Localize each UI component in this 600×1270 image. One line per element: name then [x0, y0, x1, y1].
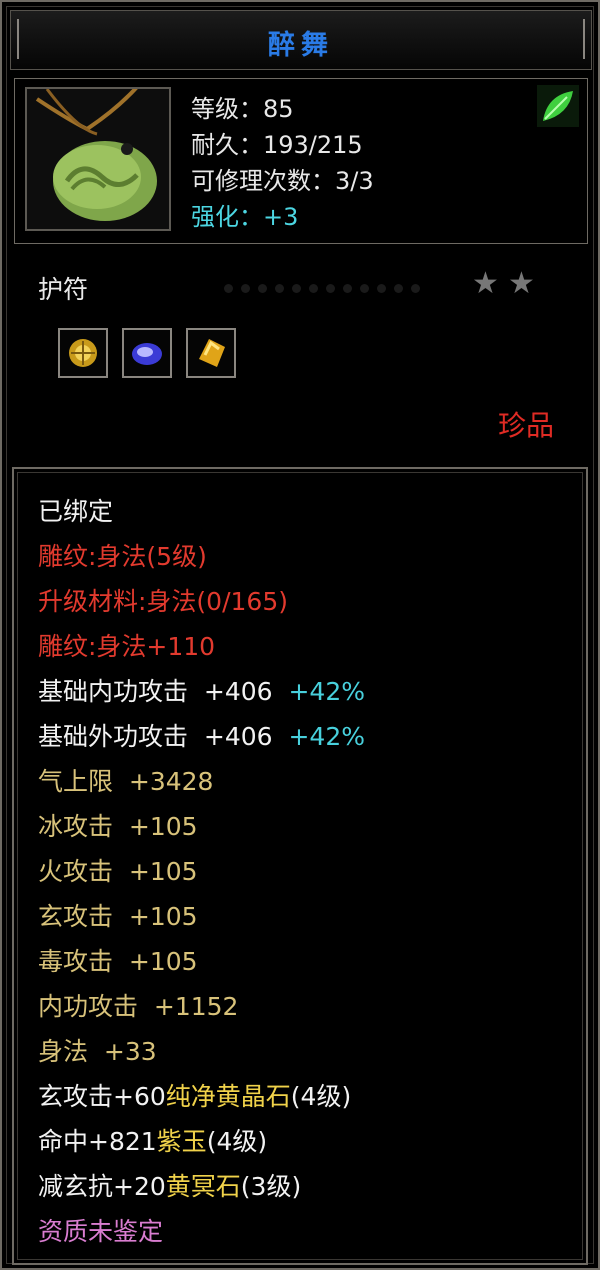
gem1-name: 纯净黄晶石: [165, 1082, 291, 1111]
gold-gem-icon[interactable]: [58, 328, 108, 378]
gem3-level: (3级): [240, 1172, 302, 1201]
base-internal-pct: +42%: [288, 677, 365, 706]
base-external-attack: 基础外功攻击 +406 +42%: [38, 722, 365, 752]
item-header: 等级：85 耐久：193/215 可修理次数：3/3 强化：+3: [14, 78, 588, 244]
gem2-name: 紫玉: [156, 1127, 207, 1156]
gem-bonus-3: 减玄抗+20黄冥石(3级): [38, 1172, 301, 1202]
rarity-label: 珍品: [497, 409, 554, 442]
internal-attack: 内功攻击 +1152: [38, 992, 239, 1021]
fire-attack: 火攻击 +105: [38, 857, 198, 886]
base-internal-attack: 基础内功攻击 +406 +42%: [38, 677, 365, 707]
agility: 身法 +33: [38, 1037, 157, 1066]
item-tooltip-panel: 醉舞 等级：85 耐久：193/215 可修理次数：3/3 强化：+3 护符 ★…: [0, 0, 600, 1270]
attributes-section: 已绑定 雕纹:身法(5级) 升级材料:身法(0/165) 雕纹:身法+110 基…: [12, 467, 588, 1265]
poison-attack: 毒攻击 +105: [38, 947, 198, 976]
engrave-line: 雕纹:身法(5级): [38, 542, 207, 571]
purple-gem-icon[interactable]: [122, 328, 172, 378]
engrave-bonus-line: 雕纹:身法+110: [38, 632, 216, 661]
item-repair-count: 可修理次数：3/3: [191, 167, 374, 195]
qi-limit: 气上限 +3428: [38, 767, 214, 796]
item-enhance: 强化：+3: [191, 197, 298, 232]
star-icon: ★: [472, 266, 499, 301]
enhance-value: +3: [263, 203, 299, 231]
item-type-section: 护符 ★ ★ 珍品: [14, 254, 586, 459]
gem1-level: (4级): [290, 1082, 352, 1111]
title-bar: 醉舞: [10, 10, 592, 70]
item-name: 醉舞: [268, 30, 334, 61]
base-external-pct: +42%: [288, 722, 365, 751]
ice-attack: 冰攻击 +105: [38, 812, 198, 841]
upgrade-material-line: 升级材料:身法(0/165): [38, 587, 288, 616]
gem2-stat: 命中+821: [38, 1127, 157, 1156]
item-durability: 耐久：193/215: [191, 131, 363, 159]
gem-slots: [58, 328, 236, 378]
base-internal-label: 基础内功攻击 +406: [38, 677, 273, 706]
bound-status: 已绑定: [38, 497, 114, 526]
gem3-name: 黄冥石: [165, 1172, 241, 1201]
yellow-gem-icon[interactable]: [186, 328, 236, 378]
aptitude-status: 资质未鉴定: [38, 1217, 164, 1246]
gem2-level: (4级): [206, 1127, 268, 1156]
jade-pendant-icon[interactable]: [25, 85, 171, 231]
gem3-stat: 减玄抗+20: [38, 1172, 166, 1201]
base-external-label: 基础外功攻击 +406: [38, 722, 273, 751]
leaf-icon: [537, 85, 579, 127]
star-icon: ★: [508, 266, 535, 301]
item-type: 护符: [38, 275, 89, 304]
gem-bonus-1: 玄攻击+60纯净黄晶石(4级): [38, 1082, 351, 1112]
item-level: 等级：85: [191, 95, 294, 123]
mystic-attack: 玄攻击 +105: [38, 902, 198, 931]
gem-bonus-2: 命中+821紫玉(4级): [38, 1127, 267, 1157]
gem1-stat: 玄攻击+60: [38, 1082, 166, 1111]
enhance-label: 强化：: [191, 203, 263, 231]
slot-dots: [224, 284, 474, 294]
